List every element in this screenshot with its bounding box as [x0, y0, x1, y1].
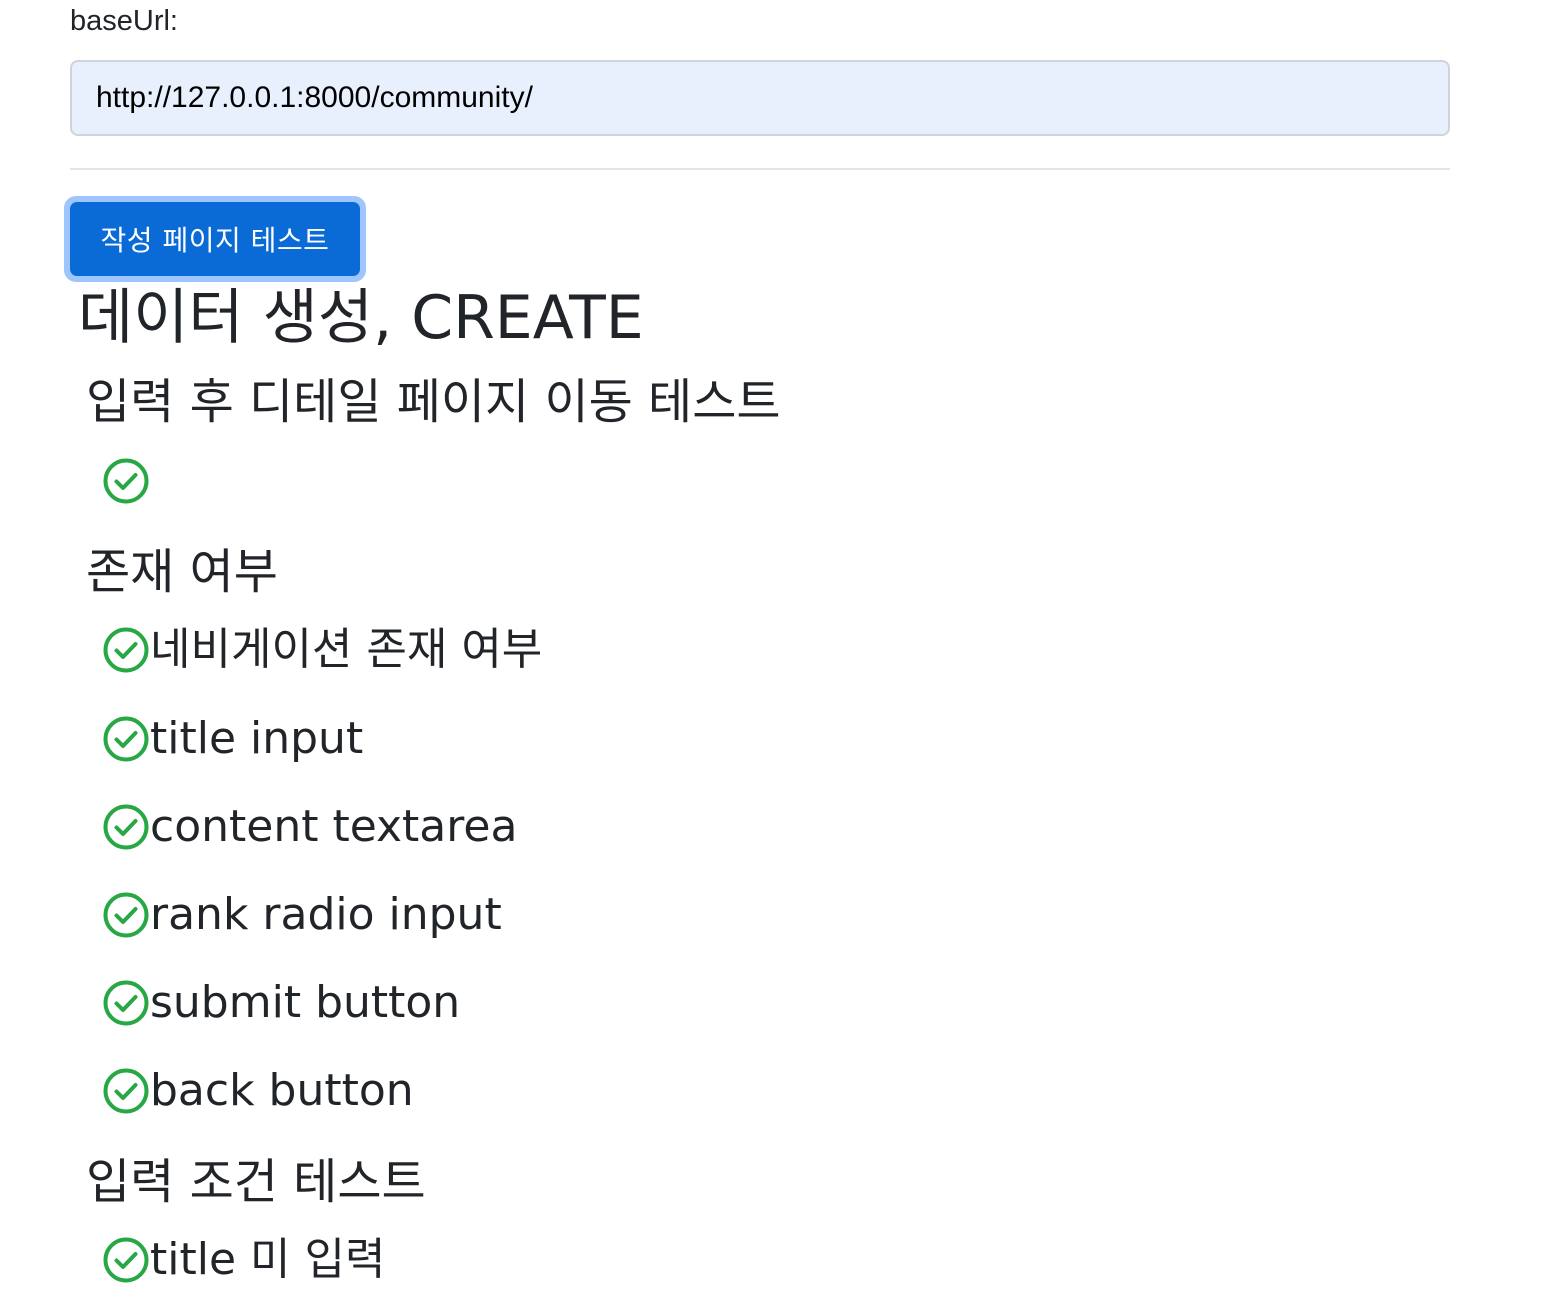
check-item-detail-redirect: [102, 456, 150, 506]
check-circle-icon: [102, 626, 150, 674]
check-item-label: rank radio input: [150, 889, 502, 940]
check-circle-icon: [102, 803, 150, 851]
group-title-existence: 존재 여부: [86, 544, 278, 600]
check-item-label: content textarea: [150, 801, 518, 852]
check-circle-icon: [102, 715, 150, 763]
create-section-title: 데이터 생성, CREATE: [78, 283, 644, 353]
check-item-label: back button: [150, 1065, 414, 1116]
divider: [70, 168, 1450, 170]
check-item-title-missing: title 미 입력: [102, 1235, 385, 1285]
check-item-rank-radio: rank radio input: [102, 890, 502, 940]
check-item-label: title input: [150, 713, 364, 764]
check-item-title-input: title input: [102, 714, 363, 764]
check-circle-icon: [102, 1067, 150, 1115]
base-url-label: baseUrl:: [70, 5, 178, 37]
base-url-input[interactable]: [70, 60, 1450, 136]
check-circle-icon: [102, 979, 150, 1027]
check-item-label: 네비게이션 존재 여부: [150, 624, 543, 675]
group-title-detail-redirect: 입력 후 디테일 페이지 이동 테스트: [86, 374, 781, 430]
check-item-label: submit button: [150, 977, 461, 1028]
check-circle-icon: [102, 891, 150, 939]
check-item-content-textarea: content textarea: [102, 802, 517, 852]
create-page-test-button[interactable]: 작성 페이지 테스트: [64, 196, 366, 282]
check-item-submit-button: submit button: [102, 978, 460, 1028]
test-page: baseUrl: 작성 페이지 테스트 데이터 생성, CREATE 입력 후 …: [0, 0, 1550, 1304]
group-title-input-conditions: 입력 조건 테스트: [86, 1154, 426, 1210]
check-item-back-button: back button: [102, 1066, 414, 1116]
check-circle-icon: [102, 457, 150, 505]
check-circle-icon: [102, 1236, 150, 1284]
check-item-navigation: 네비게이션 존재 여부: [102, 625, 542, 675]
check-item-label: title 미 입력: [150, 1234, 386, 1285]
create-page-test-button-label: 작성 페이지 테스트: [70, 202, 360, 276]
